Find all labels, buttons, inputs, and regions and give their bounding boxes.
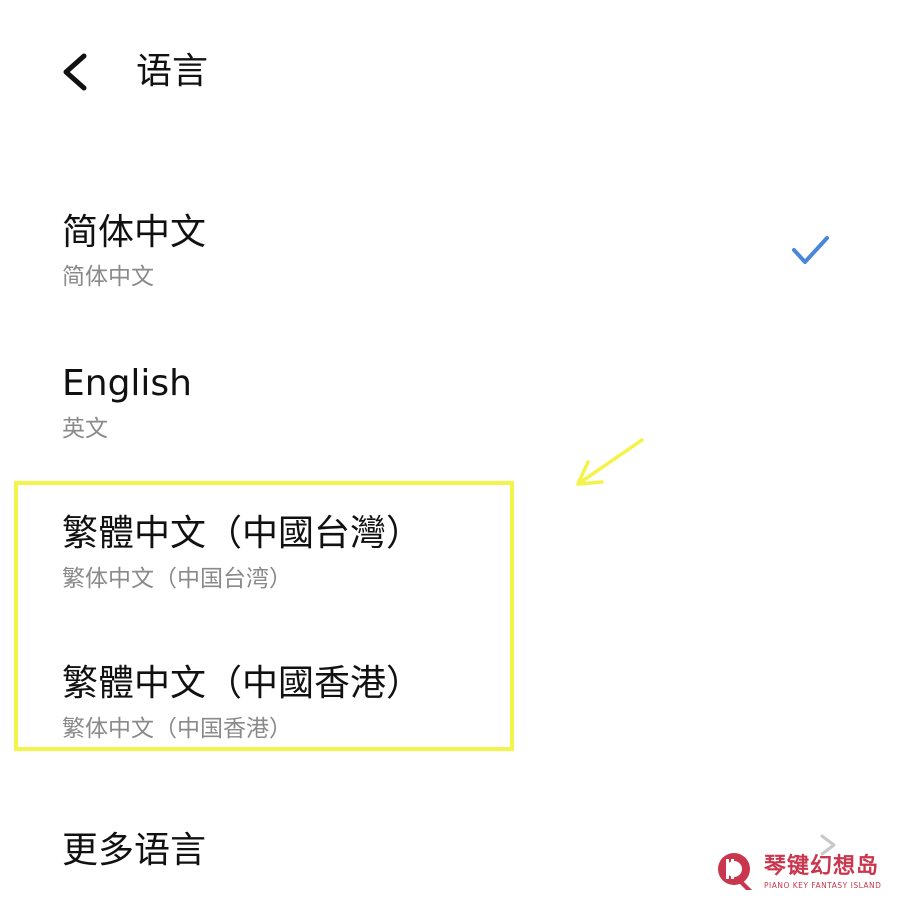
language-subtitle: 简体中文 bbox=[62, 264, 154, 290]
language-title: English bbox=[62, 363, 192, 404]
chevron-left-icon bbox=[63, 53, 87, 91]
more-languages-label: 更多语言 bbox=[62, 830, 207, 871]
header-bar: 语言 bbox=[0, 0, 900, 150]
back-button[interactable] bbox=[56, 48, 100, 96]
language-item-simplified-chinese[interactable]: 简体中文 简体中文 bbox=[0, 195, 900, 325]
language-item-traditional-chinese-hongkong[interactable]: 繁體中文（中國香港） 繁体中文（中国香港） bbox=[0, 645, 900, 775]
watermark-tagline: PIANO KEY FANTASY ISLAND bbox=[764, 881, 882, 890]
watermark-name: 琴键幻想岛 bbox=[764, 854, 880, 879]
language-item-english[interactable]: English 英文 bbox=[0, 345, 900, 475]
language-subtitle: 繁体中文（中国香港） bbox=[62, 716, 292, 742]
language-subtitle: 英文 bbox=[62, 416, 108, 442]
language-subtitle: 繁体中文（中国台湾） bbox=[62, 566, 292, 592]
checkmark-icon bbox=[792, 236, 829, 264]
page-title: 语言 bbox=[136, 51, 209, 92]
language-title: 简体中文 bbox=[62, 212, 207, 253]
language-item-traditional-chinese-taiwan[interactable]: 繁體中文（中國台灣） 繁体中文（中国台湾） bbox=[0, 495, 900, 625]
language-title: 繁體中文（中國香港） bbox=[62, 663, 423, 704]
language-title: 繁體中文（中國台灣） bbox=[62, 513, 423, 554]
watermark-logo-icon bbox=[718, 853, 752, 890]
watermark: 琴键幻想岛 PIANO KEY FANTASY ISLAND bbox=[716, 850, 896, 898]
